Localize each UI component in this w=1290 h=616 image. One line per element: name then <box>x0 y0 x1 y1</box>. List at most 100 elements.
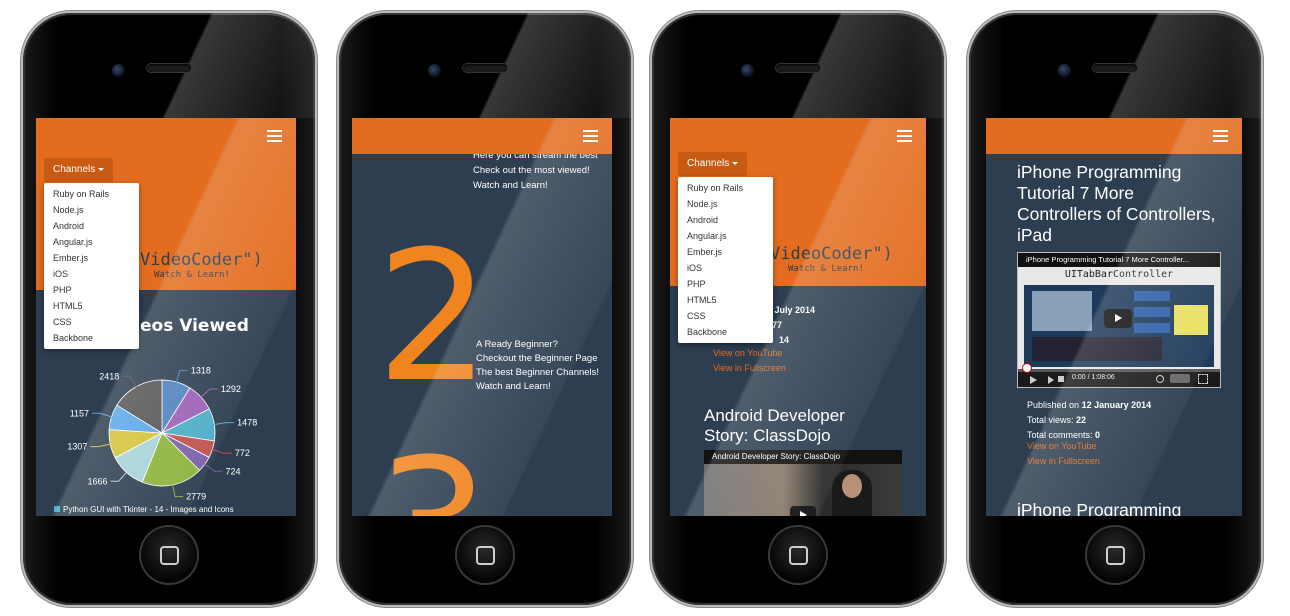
video-caption: Android Developer Story: ClassDojo <box>704 450 902 464</box>
video-player[interactable]: iPhone Programming Tutorial 7 More Contr… <box>1017 252 1221 388</box>
view-on-youtube-link[interactable]: View on YouTube <box>1027 441 1097 451</box>
menu-item-android[interactable]: Android <box>44 218 139 234</box>
home-button[interactable] <box>770 527 826 583</box>
pie-label-connector <box>92 412 114 419</box>
speaker <box>147 64 191 72</box>
pie-data-label: 1292 <box>221 384 241 394</box>
play-button-icon[interactable] <box>1104 309 1132 328</box>
next-video-title: iPhone Programming <box>1017 500 1182 516</box>
screen-3: VideoCoder") Watch & Learn! 5 July 2014 … <box>670 118 926 516</box>
video-inner-title: UITabBarController <box>1064 269 1174 280</box>
menu-item-backbone[interactable]: Backbone <box>678 324 773 340</box>
phone-1: VideoCoder") Watch & Learn! eos Viewed 1… <box>23 13 315 605</box>
pie-label-connector <box>202 462 223 472</box>
pie-data-label: 1478 <box>237 418 257 428</box>
view-fullscreen-link[interactable]: View in Fullscreen <box>1027 456 1100 466</box>
presenter-face <box>842 474 862 498</box>
pie-label-connector <box>212 422 235 426</box>
menu-item-php[interactable]: PHP <box>44 282 139 298</box>
screen-4: iPhone Programming Tutorial 7 More Contr… <box>986 118 1242 516</box>
menu-item-angularjs[interactable]: Angular.js <box>678 228 773 244</box>
menu-item-angularjs[interactable]: Angular.js <box>44 234 139 250</box>
stream-text: Here you can stream the best Check out t… <box>473 148 598 193</box>
navbar <box>36 118 296 154</box>
pie-data-label: 1157 <box>70 408 89 418</box>
play-icon[interactable] <box>1030 376 1037 384</box>
hamburger-menu-icon[interactable] <box>897 130 912 142</box>
menu-item-php[interactable]: PHP <box>678 276 773 292</box>
home-button[interactable] <box>141 527 197 583</box>
phone-2: 1 2 3 Here you can stream the best Check… <box>339 13 631 605</box>
pie-data-label: 2779 <box>186 492 206 502</box>
play-button-icon[interactable] <box>790 506 816 516</box>
views-pie-chart: 1318 1292 1478 772 724 2779 1666 1307 1157 2418 <box>67 365 257 502</box>
menu-item-html5[interactable]: HTML5 <box>678 292 773 308</box>
menu-item-ios[interactable]: iOS <box>44 266 139 282</box>
video-caption: iPhone Programming Tutorial 7 More Contr… <box>1018 253 1220 267</box>
speaker <box>463 64 507 72</box>
video-player[interactable]: Android Developer Story: ClassDojo <box>704 450 902 516</box>
big-digit-two: 2 <box>376 213 491 422</box>
pie-label-connector <box>110 470 129 482</box>
hamburger-menu-icon[interactable] <box>267 130 282 142</box>
front-camera <box>1058 64 1071 77</box>
legend-label: Python GUI with Tkinter - 14 - Images an… <box>63 505 234 514</box>
channels-label: Channels <box>687 158 730 169</box>
total-comments: 14 <box>779 335 790 345</box>
video-heading: Android Developer Story: ClassDojo <box>704 406 845 445</box>
pie-label-connector <box>210 448 232 454</box>
front-camera <box>112 64 125 77</box>
navbar <box>986 118 1242 154</box>
menu-item-backbone[interactable]: Backbone <box>44 330 139 346</box>
speaker <box>776 64 820 72</box>
volume-icon[interactable] <box>1058 376 1064 382</box>
video-controls: 0:00 / 1:08:06 <box>1018 369 1220 387</box>
front-camera <box>428 64 441 77</box>
menu-item-ruby-on-rails[interactable]: Ruby on Rails <box>44 186 139 202</box>
speaker <box>1093 64 1137 72</box>
pie-label-connector <box>90 443 113 448</box>
fullscreen-icon[interactable] <box>1198 374 1208 384</box>
menu-item-nodejs[interactable]: Node.js <box>44 202 139 218</box>
pie-label-connector <box>122 375 138 389</box>
cc-icon[interactable] <box>1022 363 1032 373</box>
stream-line: Watch and Learn! <box>473 180 548 191</box>
big-digit-three: 3 <box>376 436 491 517</box>
menu-item-emberjs[interactable]: Ember.js <box>678 244 773 260</box>
phone-4: iPhone Programming Tutorial 7 More Contr… <box>969 13 1261 605</box>
youtube-logo-icon[interactable] <box>1170 374 1190 383</box>
pie-data-label: 1666 <box>87 476 107 486</box>
beginner-line: The best Beginner Channels! <box>476 367 600 378</box>
hamburger-menu-icon[interactable] <box>583 130 598 142</box>
menu-item-ios[interactable]: iOS <box>678 260 773 276</box>
video-meta: 5 July 2014 677 14 <box>767 303 815 348</box>
pie-data-label: 1307 <box>67 442 87 452</box>
site-logo: VideoCoder") Watch & Learn! <box>140 250 263 280</box>
view-on-youtube-link[interactable]: View on YouTube <box>713 348 783 358</box>
screen-1: VideoCoder") Watch & Learn! eos Viewed 1… <box>36 118 296 516</box>
video-meta: Published on 12 January 2014 Total views… <box>1027 398 1151 443</box>
menu-item-android[interactable]: Android <box>678 212 773 228</box>
menu-item-css[interactable]: CSS <box>678 308 773 324</box>
home-button[interactable] <box>1087 527 1143 583</box>
next-icon[interactable] <box>1048 376 1054 384</box>
hamburger-menu-icon[interactable] <box>1213 130 1228 142</box>
channels-dropdown-button[interactable]: Channels <box>678 152 748 176</box>
menu-item-css[interactable]: CSS <box>44 314 139 330</box>
views-row: Total views: 22 <box>1027 415 1087 425</box>
settings-gear-icon[interactable] <box>1156 375 1164 383</box>
pie-data-label: 2418 <box>99 371 119 381</box>
menu-item-nodejs[interactable]: Node.js <box>678 196 773 212</box>
total-views: 677 <box>767 320 783 330</box>
menu-item-ruby-on-rails[interactable]: Ruby on Rails <box>678 180 773 196</box>
beginner-text: A Ready Beginner? Checkout the Beginner … <box>476 338 599 394</box>
channels-dropdown-button[interactable]: Channels <box>44 158 114 182</box>
home-button[interactable] <box>457 527 513 583</box>
menu-item-html5[interactable]: HTML5 <box>44 298 139 314</box>
front-camera <box>741 64 754 77</box>
progress-bar[interactable] <box>1018 369 1220 372</box>
menu-item-emberjs[interactable]: Ember.js <box>44 250 139 266</box>
channels-menu: Ruby on Rails Node.js Android Angular.js… <box>678 177 773 343</box>
site-logo: VideoCoder") Watch & Learn! <box>770 244 893 274</box>
view-fullscreen-link[interactable]: View in Fullscreen <box>713 363 786 373</box>
